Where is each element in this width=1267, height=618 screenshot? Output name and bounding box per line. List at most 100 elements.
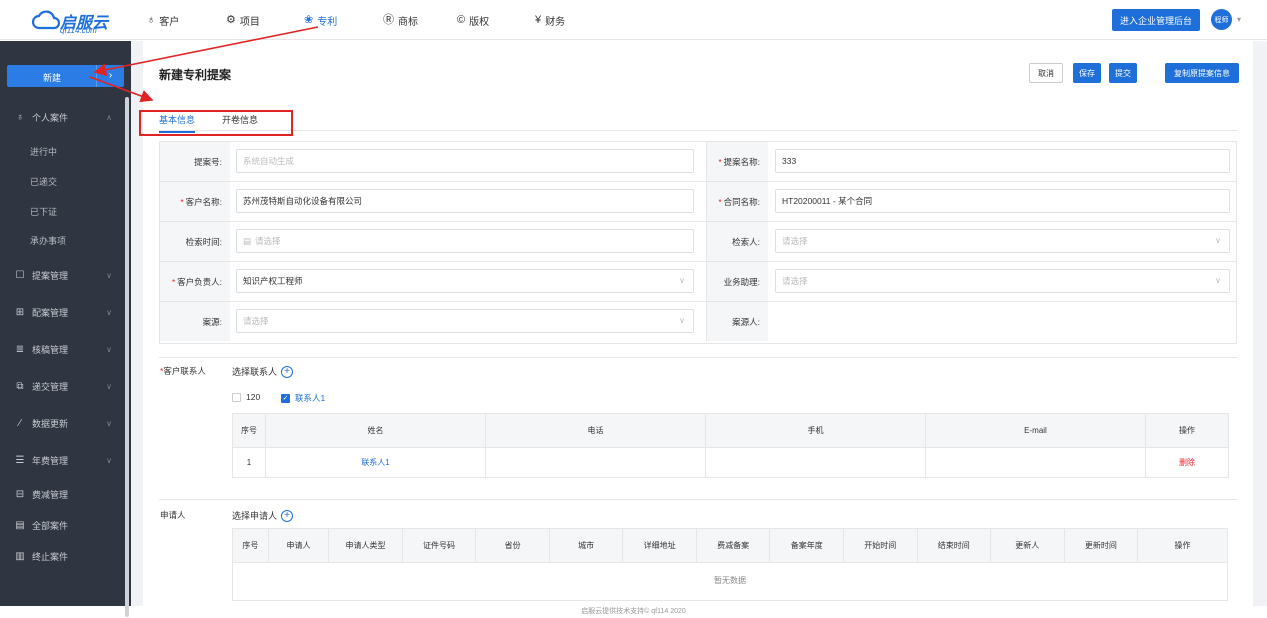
contract-name-field[interactable]: HT20200011 - 某个合同 xyxy=(775,189,1230,213)
nav-customer[interactable]: ♁ 客户 xyxy=(147,13,179,29)
contact-checkbox-1[interactable]: ✓ 联系人1 xyxy=(281,392,325,404)
col-header: 手机 xyxy=(705,413,926,448)
proposal-no-field[interactable]: 系统自动生成 xyxy=(236,149,694,173)
sidebar-item-label: 提案管理 xyxy=(32,270,69,281)
finance-icon: ¥ xyxy=(535,14,542,26)
checkbox-icon xyxy=(232,392,241,402)
chevron-down-icon[interactable]: ▾ xyxy=(1237,15,1241,24)
sidebar-item-annual-fee[interactable]: ☰ 年费管理 ∨ xyxy=(0,448,124,472)
business-assistant-select[interactable]: 请选择 ∨ xyxy=(775,269,1230,293)
label-text: 案源: xyxy=(202,316,222,327)
sidebar-item-proposal-mgmt[interactable]: ☐ 提案管理 ∨ xyxy=(0,263,124,287)
sidebar-item-fee-reduction[interactable]: ⊟ 费减管理 xyxy=(0,482,124,506)
sidebar-item-submitted[interactable]: 已递交 xyxy=(0,169,124,193)
nav-copyright[interactable]: © 版权 xyxy=(457,13,489,29)
label-text: 客户联系人 xyxy=(163,366,206,376)
sidebar-item-certified[interactable]: 已下证 xyxy=(0,199,124,223)
col-header: 更新人 xyxy=(990,528,1065,563)
project-icon: ⚙ xyxy=(226,14,236,26)
submit-button[interactable]: 提交 xyxy=(1109,63,1137,83)
label-text: 提案名称: xyxy=(723,156,760,167)
copy-proposal-button[interactable]: 复制原提案信息 xyxy=(1165,63,1239,83)
nav-trademark[interactable]: Ⓡ 商标 xyxy=(383,13,418,29)
col-header: 电话 xyxy=(485,413,706,448)
proposal-name-label: * 提案名称: xyxy=(706,142,768,181)
col-header: 姓名 xyxy=(265,413,486,448)
contact-name-link[interactable]: 联系人1 xyxy=(265,447,486,478)
proposal-name-field[interactable]: 333 xyxy=(775,149,1230,173)
col-header: 序号 xyxy=(232,528,269,563)
sidebar-item-submit-mgmt[interactable]: ⧉ 递交管理 ∨ xyxy=(0,374,124,398)
chevron-right-icon[interactable]: › xyxy=(96,65,124,87)
searcher-select[interactable]: 请选择 ∨ xyxy=(775,229,1230,253)
sidebar-item-terminated[interactable]: ▥ 终止案件 xyxy=(0,544,124,568)
nav-label: 财务 xyxy=(545,17,566,28)
delete-link[interactable]: 删除 xyxy=(1145,447,1229,478)
plus-circle-icon[interactable]: + xyxy=(281,509,294,522)
contacts-table: 序号 姓名 电话 手机 E-mail 操作 1 联系人1 删除 xyxy=(232,413,1229,478)
nav-patent[interactable]: ❀ 专利 xyxy=(304,13,337,29)
checkbox-checked-icon: ✓ xyxy=(281,393,290,403)
patent-icon: ❀ xyxy=(304,14,314,26)
chevron-down-icon: ∨ xyxy=(106,381,112,391)
select-contact-link[interactable]: 选择联系人 + xyxy=(232,365,294,378)
save-button[interactable]: 保存 xyxy=(1073,63,1101,83)
case-source-person-label: 案源人: xyxy=(706,302,768,341)
label-text: 提案号: xyxy=(194,156,222,167)
value: 苏州茂特斯自动化设备有限公司 xyxy=(243,196,363,206)
sidebar-item-label: 配案管理 xyxy=(32,307,69,318)
copyright-icon: © xyxy=(457,14,466,26)
search-time-picker[interactable]: ▤ 请选择 xyxy=(236,229,694,253)
logo[interactable]: 启服云 qf114.com xyxy=(32,6,132,35)
col-header: E-mail xyxy=(925,413,1146,448)
sidebar-item-review-mgmt[interactable]: ≣ 核稿管理 ∨ xyxy=(0,337,124,361)
chevron-down-icon: ∨ xyxy=(679,316,685,325)
customer-name-label: * 客户名称: xyxy=(160,182,230,221)
top-bar: 启服云 qf114.com ♁ 客户 ⚙ 项目 ❀ 专利 Ⓡ 商标 © 版权 ¥ 财务 进入… xyxy=(0,0,1267,40)
sidebar-scrollbar[interactable] xyxy=(125,97,129,617)
label-text: 检索时间: xyxy=(185,236,222,247)
content-panel: 新建专利提案 取消 保存 提交 复制原提案信息 基本信息 开卷信息 提案号: 系… xyxy=(143,41,1253,606)
case-source-select[interactable]: 请选择 ∨ xyxy=(236,309,694,333)
value: HT20200011 - 某个合同 xyxy=(782,196,873,206)
select-applicant-link[interactable]: 选择申请人 + xyxy=(232,509,294,522)
table-header-row: 序号 申请人 申请人类型 证件号码 省份 城市 详细地址 费减备案 备案年度 开… xyxy=(232,528,1228,563)
all-cases-icon: ▤ xyxy=(15,519,25,531)
col-header: 序号 xyxy=(232,413,266,448)
required-mark: * xyxy=(180,196,184,207)
sidebar-item-assign-mgmt[interactable]: ⊞ 配案管理 ∨ xyxy=(0,300,124,324)
col-header: 操作 xyxy=(1137,528,1228,563)
sidebar-item-personal-cases[interactable]: ♁ 个人案件 ∧ xyxy=(0,105,124,129)
label-text: 案源人: xyxy=(732,316,760,327)
placeholder: 系统自动生成 xyxy=(243,156,295,166)
contact-checkbox-120[interactable]: 120 xyxy=(232,392,260,402)
checkbox-label: 120 xyxy=(246,392,261,402)
customer-name-field[interactable]: 苏州茂特斯自动化设备有限公司 xyxy=(236,189,694,213)
sidebar-item-in-progress[interactable]: 进行中 xyxy=(0,139,124,163)
plus-circle-icon[interactable]: + xyxy=(281,365,294,378)
sidebar-item-tasks[interactable]: 承办事项 xyxy=(0,228,124,252)
enterprise-admin-button[interactable]: 进入企业管理后台 xyxy=(1112,9,1200,31)
tab-bar: 基本信息 开卷信息 xyxy=(159,113,1237,133)
nav-label: 项目 xyxy=(239,17,260,28)
nav-project[interactable]: ⚙ 项目 xyxy=(226,13,260,29)
sidebar-item-label: 核稿管理 xyxy=(32,344,69,355)
nav-finance[interactable]: ¥ 财务 xyxy=(535,13,566,29)
col-header: 费减备案 xyxy=(695,528,771,563)
cancel-button[interactable]: 取消 xyxy=(1029,63,1063,83)
nav-label: 商标 xyxy=(398,17,418,28)
placeholder: 请选择 xyxy=(243,316,269,326)
new-button[interactable]: 新建 › xyxy=(7,65,124,87)
customer-owner-select[interactable]: 知识产权工程师 ∨ xyxy=(236,269,694,293)
avatar[interactable]: 程师 xyxy=(1211,9,1232,30)
sidebar-item-data-update[interactable]: ∕ 数据更新 ∨ xyxy=(0,411,124,435)
submit-icon: ⧉ xyxy=(16,380,24,392)
col-header: 结束时间 xyxy=(916,528,992,563)
col-header: 操作 xyxy=(1145,413,1229,448)
customer-owner-label: * 客户负责人: xyxy=(160,262,230,301)
pick-label: 选择申请人 xyxy=(232,511,278,521)
sidebar-item-label: 递交管理 xyxy=(32,381,69,392)
sidebar-item-all-cases[interactable]: ▤ 全部案件 xyxy=(0,513,124,537)
sidebar-item-label: 终止案件 xyxy=(32,551,69,562)
sidebar-item-label: 承办事项 xyxy=(30,235,67,246)
